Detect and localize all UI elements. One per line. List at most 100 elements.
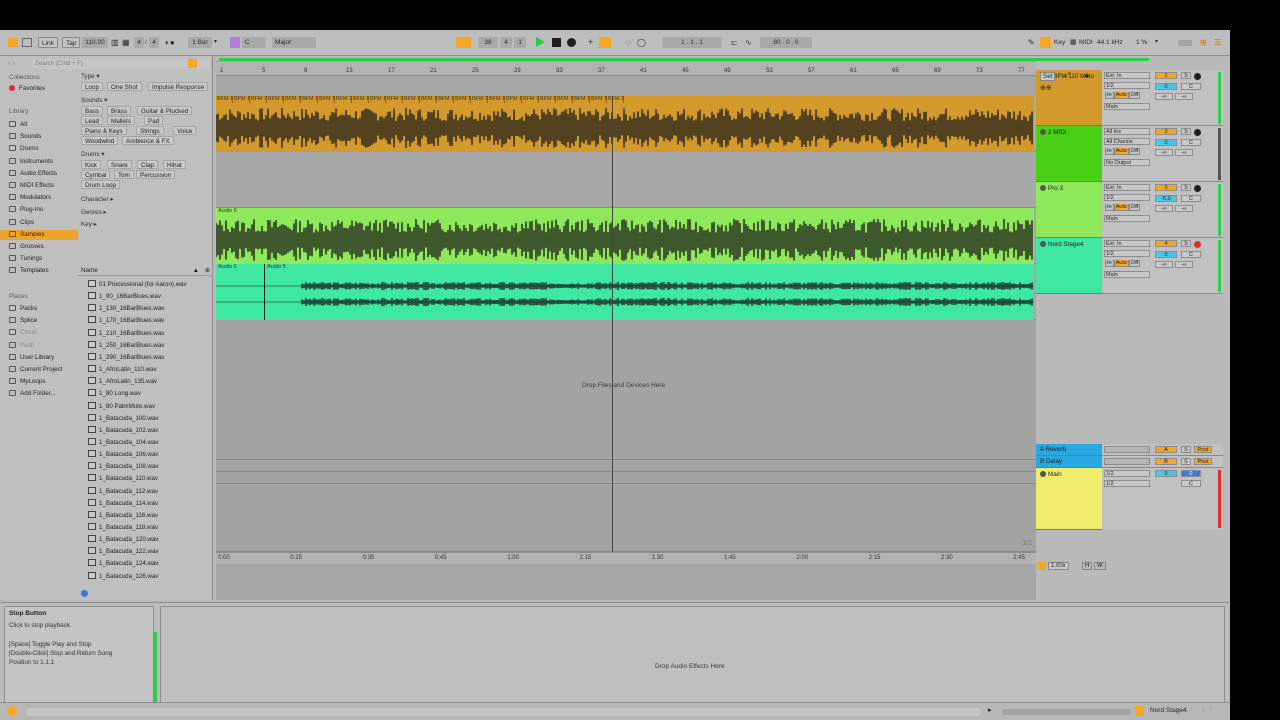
fold-icon[interactable]: ⤢ <box>1065 72 1071 80</box>
list-item[interactable]: 01 Processional (for Aaron).wav <box>88 279 213 290</box>
track-fold-icon[interactable] <box>1040 129 1046 135</box>
main-pan-field[interactable]: C <box>1181 480 1201 487</box>
sidebar-item-sounds[interactable]: Sounds <box>9 132 79 142</box>
sig-num-field[interactable]: 4 <box>134 37 144 48</box>
nav-icon[interactable]: ⊕⊕ <box>1040 84 1052 92</box>
overdub-icon[interactable]: + <box>588 37 593 48</box>
record-icon[interactable] <box>567 38 576 47</box>
metronome-icon[interactable]: ◐● <box>165 37 175 48</box>
preview-icon[interactable] <box>81 590 88 597</box>
arm-button[interactable] <box>1194 129 1201 136</box>
sidebar-item-push[interactable]: Push <box>9 341 79 351</box>
list-item[interactable]: 1_130_16BarBlues.wav <box>88 303 213 314</box>
status-icon[interactable] <box>7 706 17 716</box>
clip-name[interactable]: BFM 1 <box>540 96 556 103</box>
track-name[interactable]: Pro 3 <box>1040 185 1063 192</box>
track-lane-4[interactable]: Audio 6 Audio 5 <box>216 264 1036 320</box>
drop-area[interactable]: Drop Files and Devices Here <box>216 320 1036 460</box>
pan-field[interactable]: C <box>1181 251 1201 258</box>
post-button[interactable]: Post <box>1194 458 1212 465</box>
tempo-field[interactable]: 110.00 <box>82 37 108 48</box>
sidebar-item-splice[interactable]: Splice <box>9 316 79 326</box>
track-number-button[interactable]: 4 <box>1155 240 1177 247</box>
arm-button[interactable] <box>1194 185 1201 192</box>
h-button[interactable]: H <box>1082 562 1093 570</box>
key-select[interactable]: C <box>242 37 266 48</box>
solo-button[interactable]: S <box>1181 446 1191 453</box>
main-track-header[interactable]: Main <box>1036 468 1102 530</box>
return-track-header[interactable]: B Delay <box>1036 456 1102 468</box>
status-scrollbar[interactable] <box>26 708 981 716</box>
track-header[interactable]: Pro 3 <box>1036 182 1102 238</box>
clip-name[interactable]: BFM 1 <box>268 96 284 103</box>
main-lane[interactable]: 1/1 <box>216 484 1036 552</box>
clip-name[interactable]: BFM 1 <box>523 96 539 103</box>
track-name[interactable]: Nord Stage4 <box>1040 241 1083 248</box>
sidebar-item-midi-effects[interactable]: MIDI Effects <box>9 181 79 191</box>
drums-filter-label[interactable]: Drums ▾ <box>81 151 104 158</box>
menu-icon[interactable]: ☰ <box>1214 37 1221 48</box>
track-lane-3[interactable]: Audio 6 <box>216 208 1036 264</box>
tag-chip[interactable]: Brass <box>107 106 132 115</box>
input-channel-select[interactable]: 1/2 <box>1104 194 1150 201</box>
list-item[interactable]: 1_Batacuda_114.wav <box>88 498 213 509</box>
tag-chip[interactable]: Kick <box>81 160 101 169</box>
genres-filter-label[interactable]: Genres ▸ <box>81 209 107 216</box>
tag-chip[interactable]: Snare <box>107 160 132 169</box>
monitor-switch[interactable]: In Auto Off <box>1104 260 1150 267</box>
input-type-select[interactable]: All Ins <box>1104 128 1150 135</box>
clip-name[interactable]: BFM 1 <box>234 96 250 103</box>
sidebar-item-current-project[interactable]: Current Project <box>9 365 79 375</box>
clip-name[interactable]: BFM 1 <box>438 96 454 103</box>
volume-field[interactable]: -5.0 <box>1155 195 1177 202</box>
clip-name[interactable]: BFM 1 <box>285 96 301 103</box>
arm-button[interactable] <box>1194 73 1201 80</box>
track-lane-1[interactable]: BFM 1 BFM 1 BFM 1 BFM 1 BFM 1 BFM 1 BFM 1 BFM 1… <box>216 96 1036 152</box>
view-toggle-icon[interactable] <box>22 38 32 47</box>
quantize-field[interactable]: 1 Bar <box>188 37 212 48</box>
input-type-select[interactable]: Ext. In <box>1104 72 1150 79</box>
pos-sixteenth-field[interactable]: 1 <box>514 37 526 48</box>
clip-name[interactable]: BFM 1 <box>336 96 352 103</box>
loop-length-field[interactable]: 80 . 0 . 0 <box>760 37 812 48</box>
return-track-name[interactable]: A Reverb <box>1040 446 1066 453</box>
output-select[interactable]: No Output <box>1104 159 1150 166</box>
main-volume-field[interactable]: 0 <box>1155 470 1177 477</box>
arm-button[interactable] <box>1194 241 1201 248</box>
tag-chip[interactable]: Mallets <box>107 116 135 125</box>
input-channel-select[interactable]: 1/2 <box>1104 250 1150 257</box>
volume-field[interactable]: 0 <box>1155 139 1177 146</box>
main-output-a[interactable]: 1/2 <box>1104 470 1150 477</box>
scale-select[interactable]: Major <box>272 37 316 48</box>
filter-icon[interactable] <box>188 59 197 68</box>
track-fold-icon[interactable] <box>1040 471 1046 477</box>
track-name[interactable]: 2 MIDI <box>1040 129 1067 136</box>
sig-den-field[interactable]: 4 <box>149 37 159 48</box>
list-item[interactable]: 1_Batacuda_110.wav <box>88 473 213 484</box>
clip-name[interactable]: BFM 1 <box>217 96 233 103</box>
automation-arm-icon[interactable] <box>599 37 611 48</box>
sidebar-item-grooves[interactable]: Grooves <box>9 242 79 252</box>
tag-chip[interactable]: Lead <box>81 116 104 125</box>
track-lane-2[interactable] <box>216 152 1036 208</box>
zoom-icon[interactable] <box>1038 562 1046 570</box>
list-item[interactable]: 1_250_16BarBlues.wav <box>88 340 213 351</box>
link-button[interactable]: Link <box>38 37 58 48</box>
sounds-filter-label[interactable]: Sounds ▾ <box>81 97 107 104</box>
time-ruler[interactable]: 0:00 0:15 0:30 0:45 1:00 1:15 1:30 1:45 2:00 2:15… <box>216 552 1036 564</box>
list-item[interactable]: 1_170_16BarBlues.wav <box>88 315 213 326</box>
track-number-button[interactable]: 2 <box>1155 128 1177 135</box>
tag-chip[interactable]: One Shot <box>107 82 142 91</box>
monitor-switch[interactable]: In Auto Off <box>1104 148 1150 155</box>
overview-loop-bar[interactable] <box>219 58 1149 61</box>
output-select[interactable]: Main <box>1104 271 1150 278</box>
name-column-header[interactable]: Name ▲ ⊕ <box>78 266 213 276</box>
tag-chip[interactable]: Guitar & Plucked <box>137 106 193 115</box>
list-item[interactable]: 1_90_16BarBlues.wav <box>88 291 213 302</box>
list-item[interactable]: 1_Batacuda_120.wav <box>88 534 213 545</box>
send-a-field[interactable]: -∞ <box>1155 261 1173 268</box>
tag-chip[interactable]: Hihat <box>163 160 186 169</box>
main-cue-field[interactable]: 0 <box>1181 470 1201 477</box>
pencil-icon[interactable]: ✎ <box>1028 37 1035 48</box>
list-item[interactable]: 1_Batacuda_118.wav <box>88 522 213 533</box>
